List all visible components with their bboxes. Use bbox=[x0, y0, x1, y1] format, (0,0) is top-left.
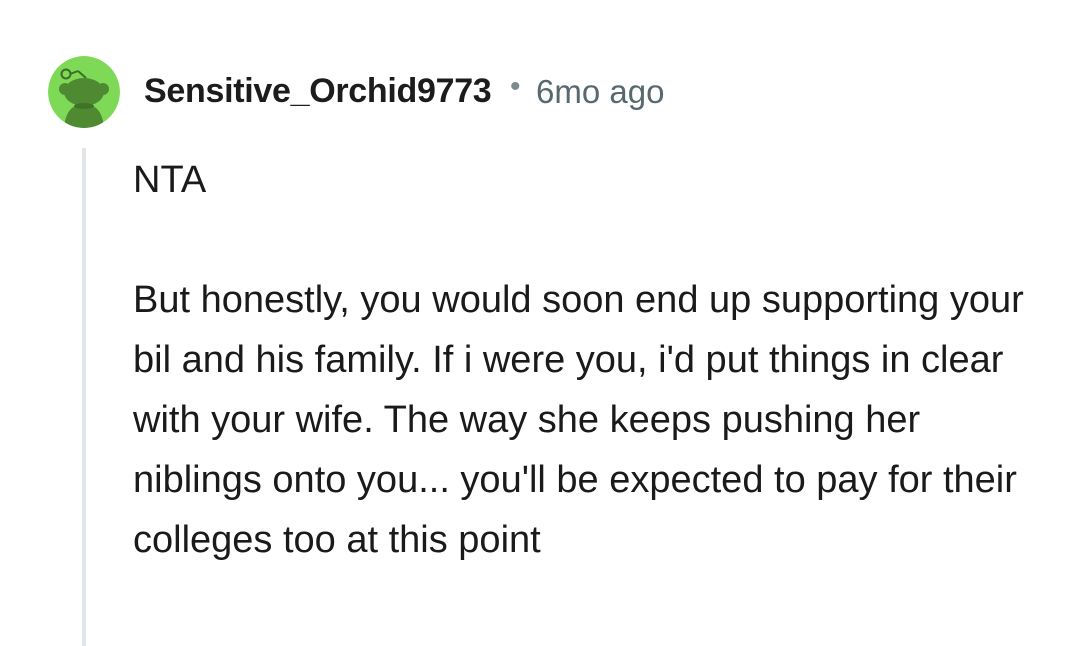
comment-paragraph: But honestly, you would soon end up supp… bbox=[133, 279, 1024, 561]
thread-collapse-line[interactable] bbox=[82, 148, 86, 646]
comment: Sensitive_Orchid9773 • 6mo ago NTA But h… bbox=[0, 0, 1080, 646]
username-link[interactable]: Sensitive_Orchid9773 bbox=[144, 72, 492, 111]
comment-body: NTA But honestly, you would soon end up … bbox=[133, 150, 1033, 570]
comment-paragraph: NTA bbox=[133, 159, 207, 201]
snoo-avatar-icon bbox=[48, 56, 120, 128]
comment-timestamp[interactable]: 6mo ago bbox=[536, 73, 664, 111]
avatar[interactable] bbox=[48, 56, 120, 128]
meta-separator: • bbox=[510, 70, 521, 103]
